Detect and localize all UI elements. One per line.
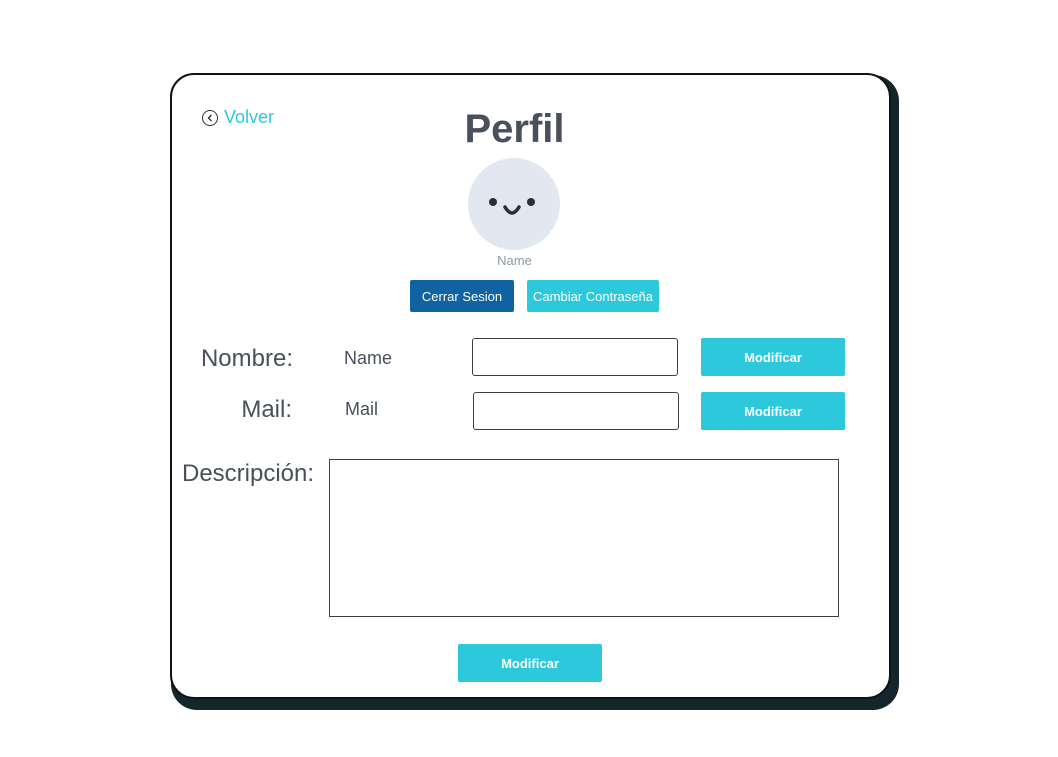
- nombre-label: Nombre:: [200, 345, 293, 372]
- submit-modificar-button[interactable]: Modificar: [458, 644, 602, 682]
- modificar-mail-button[interactable]: Modificar: [701, 392, 845, 430]
- profile-card: Volver Perfil Name Cerrar Sesion Cambiar…: [170, 73, 891, 699]
- logout-button[interactable]: Cerrar Sesion: [410, 280, 514, 312]
- descripcion-textarea[interactable]: [329, 459, 839, 617]
- descripcion-label: Descripción:: [182, 460, 315, 487]
- modificar-nombre-button[interactable]: Modificar: [701, 338, 845, 376]
- nombre-value: Name: [344, 348, 393, 368]
- smiley-face-icon: [489, 198, 535, 215]
- mail-value: Mail: [345, 399, 379, 419]
- nombre-input[interactable]: [472, 338, 678, 376]
- change-password-button[interactable]: Cambiar Contraseña: [527, 280, 659, 312]
- mail-label: Mail:: [241, 396, 292, 423]
- mail-input[interactable]: [473, 392, 679, 430]
- avatar[interactable]: [468, 158, 560, 250]
- avatar-name-caption: Name: [497, 253, 532, 268]
- page-title: Perfil: [464, 107, 565, 151]
